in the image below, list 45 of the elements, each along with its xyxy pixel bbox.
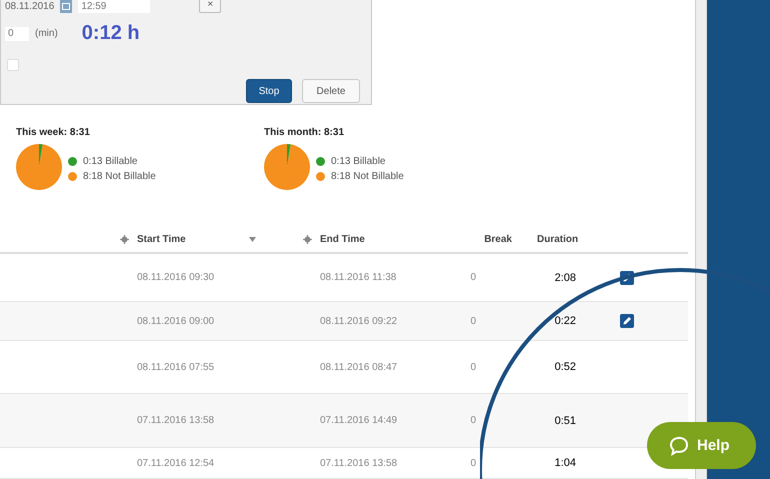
table-cell-text: 08.11.2016 09:00 (137, 316, 216, 326)
table-cell-text: 2:08 (554, 272, 577, 284)
table-cell-text: 0 (469, 458, 477, 468)
checkbox[interactable] (7, 59, 19, 71)
edit-icon[interactable] (620, 314, 634, 328)
table-cell-text: 08.11.2016 07:55 (137, 362, 216, 372)
date-text: 08.11.2016 (5, 0, 54, 12)
break-field[interactable]: 0 (5, 26, 29, 40)
table-cell-text: 07.11.2016 13:58 (320, 458, 398, 468)
summary-title: This month: 8:31 (264, 127, 344, 138)
calendar-icon[interactable] (60, 0, 72, 13)
table-cell-text: 07.11.2016 12:54 (137, 458, 216, 468)
column-header[interactable]: Start Time (137, 234, 249, 244)
stop-button[interactable]: Stop (246, 79, 292, 103)
table-cell-text: 07.11.2016 14:49 (320, 415, 398, 426)
table-cell-text: 08.11.2016 11:38 (320, 272, 398, 283)
table-cell-text: 1:04 (554, 457, 577, 469)
table-cell-text: 08.11.2016 09:22 (320, 316, 398, 326)
elapsed-time: 0:12 h (82, 22, 140, 45)
column-header[interactable]: End Time (320, 234, 432, 244)
column-header[interactable]: Duration (512, 234, 582, 244)
table-cell-text: 08.11.2016 09:30 (137, 272, 216, 283)
unit-label: (min) (35, 28, 58, 39)
table-cell-text: 0 (469, 362, 477, 372)
legend-label: 0:13 Billable (331, 156, 386, 166)
time-field[interactable]: 12:59 (78, 0, 150, 13)
column-header[interactable]: Break (432, 234, 512, 244)
sort-icon[interactable] (120, 234, 129, 244)
table-cell-text: 07.11.2016 13:58 (137, 415, 216, 426)
table-cell-text: 0:22 (554, 315, 577, 327)
caret-icon[interactable] (249, 236, 256, 242)
table-cell-text: 0 (469, 272, 477, 283)
clear-button[interactable]: × (199, 0, 222, 13)
sort-icon[interactable] (303, 234, 312, 244)
table-cell-text: 0:52 (554, 361, 577, 373)
chat-bubble-icon (669, 436, 689, 456)
legend-label: 0:13 Billable (83, 156, 138, 166)
legend-label: 8:18 Not Billable (331, 170, 404, 182)
table-cell-text: 08.11.2016 08:47 (320, 362, 398, 372)
delete-button[interactable]: Delete (302, 79, 360, 103)
summary-title: This week: 8:31 (16, 127, 90, 138)
table-cell-text: 0:51 (554, 414, 577, 426)
table-cell-text: 0 (469, 415, 477, 426)
table-cell-text: 0 (469, 316, 477, 326)
legend-label: 8:18 Not Billable (83, 170, 156, 182)
